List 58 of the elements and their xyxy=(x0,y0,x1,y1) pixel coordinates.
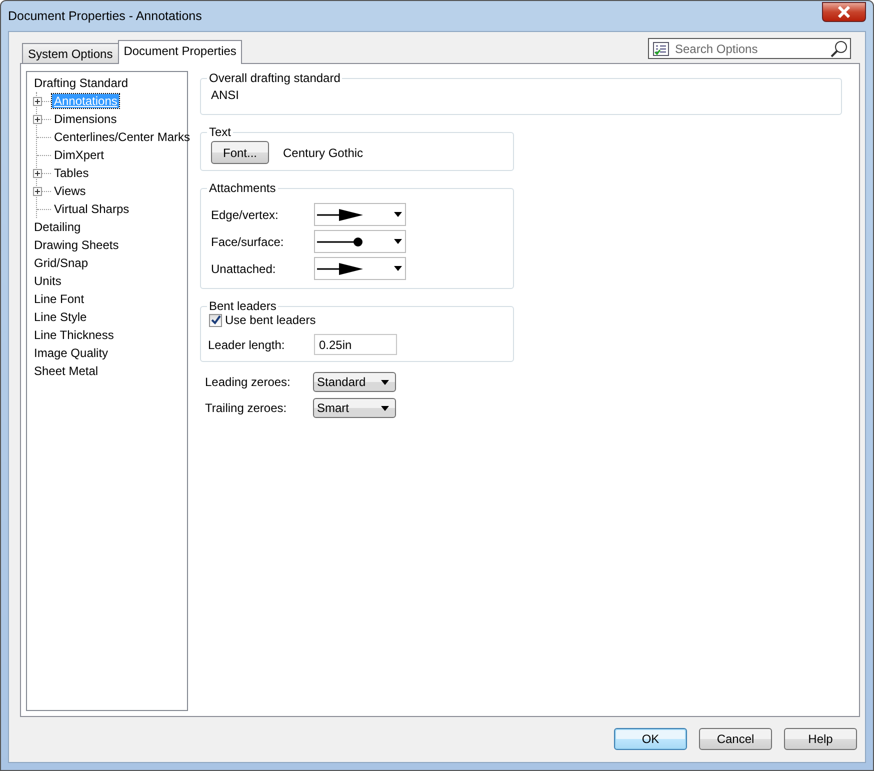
expand-icon[interactable] xyxy=(33,115,42,124)
arrow-style-dropdown[interactable] xyxy=(314,203,406,226)
dialog-button[interactable]: Cancel xyxy=(699,728,772,750)
tree-item[interactable]: Line Thickness xyxy=(32,328,116,342)
field-label: Face/surface: xyxy=(211,234,285,248)
window-title: Document Properties - Annotations xyxy=(8,9,202,23)
tree-item[interactable]: Image Quality xyxy=(32,346,110,360)
tab[interactable]: System Options xyxy=(22,43,119,63)
caret-icon xyxy=(381,380,389,384)
tree-item[interactable]: Tables xyxy=(52,166,91,180)
tree-item[interactable]: Units xyxy=(32,274,64,288)
checkbox[interactable] xyxy=(209,314,222,326)
search-input[interactable]: Search Options xyxy=(673,40,826,56)
tree-item[interactable]: Dimensions xyxy=(52,112,119,126)
caret-icon xyxy=(394,266,402,271)
tree-item[interactable]: DimXpert xyxy=(52,148,106,162)
tree-item[interactable]: Line Style xyxy=(32,310,89,324)
dropdown[interactable]: Smart xyxy=(313,398,396,418)
tree-item[interactable]: Line Font xyxy=(32,292,86,306)
field-label: Leading zeroes: xyxy=(205,375,292,389)
field-label: Edge/vertex: xyxy=(211,208,280,222)
close-button[interactable] xyxy=(822,2,866,22)
group-title: Overall drafting standard xyxy=(209,71,340,85)
group-title: Bent leaders xyxy=(209,299,276,313)
group-title: Text xyxy=(209,125,232,139)
arrow-style-dropdown[interactable] xyxy=(314,230,406,253)
tab[interactable]: Document Properties xyxy=(118,40,242,64)
search-box[interactable]: Search Options xyxy=(648,38,851,59)
field-label: Unattached: xyxy=(211,262,277,276)
list-icon xyxy=(653,42,669,56)
tree-item[interactable]: Centerlines/Center Marks xyxy=(52,130,192,144)
field-label: Leader length: xyxy=(208,338,286,352)
tree-item[interactable]: Virtual Sharps xyxy=(52,202,132,216)
group-title: Attachments xyxy=(209,181,276,195)
caret-icon xyxy=(381,406,389,410)
expand-icon[interactable] xyxy=(33,169,42,178)
leader-length-field[interactable]: 0.25in xyxy=(314,334,397,355)
tree-item[interactable]: Sheet Metal xyxy=(32,364,100,378)
tree-item[interactable]: Drafting Standard xyxy=(32,76,130,90)
tree-item[interactable]: Detailing xyxy=(32,220,83,234)
dialog-button[interactable]: Help xyxy=(784,728,857,750)
checkbox-label: Use bent leaders xyxy=(225,313,316,327)
tree-item[interactable]: Drawing Sheets xyxy=(32,238,121,252)
dropdown[interactable]: Standard xyxy=(313,372,396,392)
tree-item[interactable]: Views xyxy=(52,184,88,198)
close-icon xyxy=(837,6,851,18)
standard-value: ANSI xyxy=(211,88,240,102)
caret-icon xyxy=(394,239,402,244)
expand-icon[interactable] xyxy=(33,97,42,106)
expand-icon[interactable] xyxy=(33,187,42,196)
dialog-button[interactable]: OK xyxy=(614,728,687,750)
tree-item[interactable]: Grid/Snap xyxy=(32,256,90,270)
arrow-style-dropdown[interactable] xyxy=(314,257,406,280)
field-label: Trailing zeroes: xyxy=(205,401,288,415)
caret-icon xyxy=(394,212,402,217)
search-icon xyxy=(830,40,848,58)
font-button[interactable]: Font... xyxy=(211,141,269,164)
font-name: Century Gothic xyxy=(283,146,364,160)
